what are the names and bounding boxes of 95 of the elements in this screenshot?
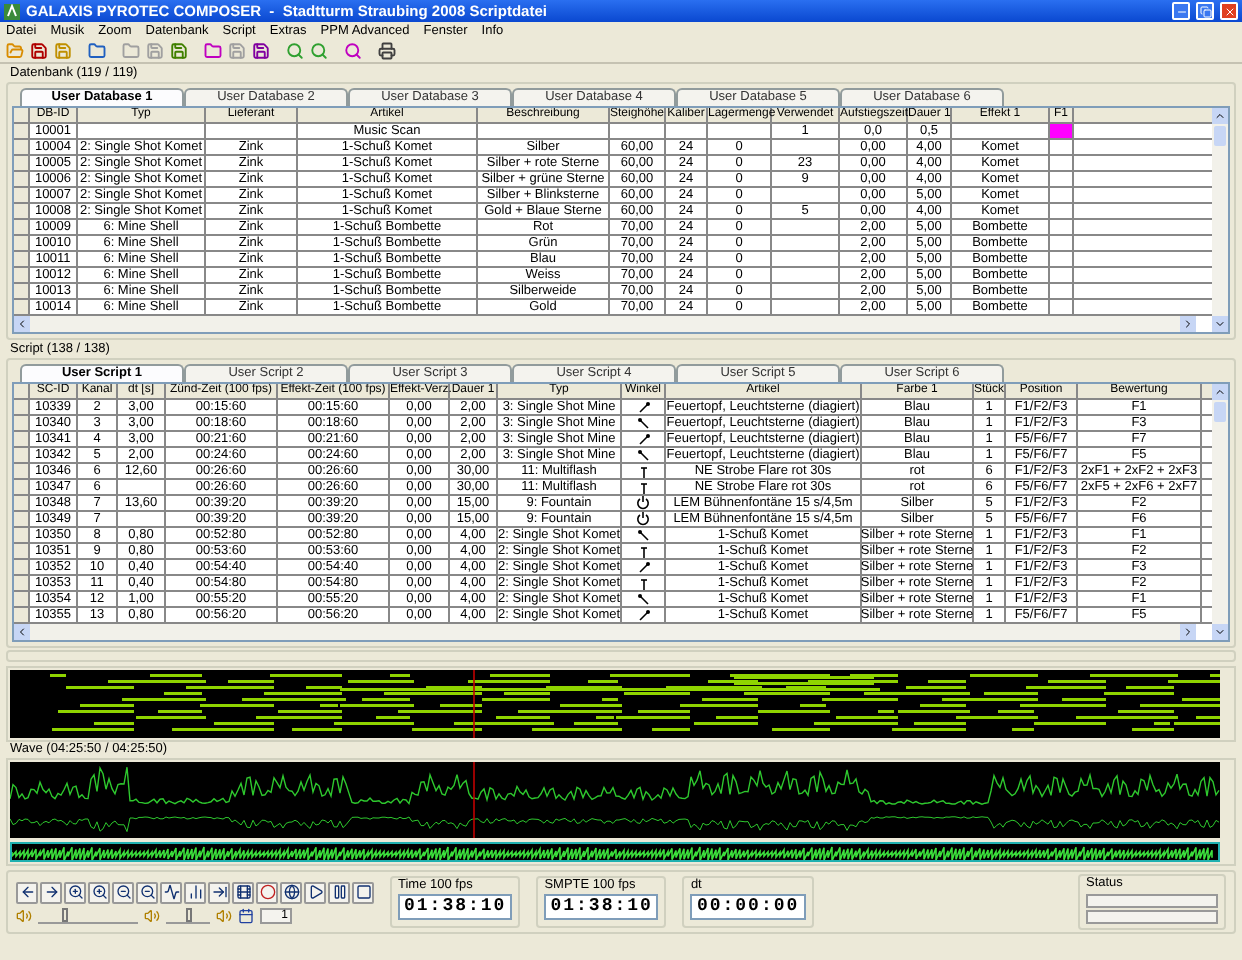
play-icon bbox=[307, 884, 323, 900]
angle-right-icon bbox=[637, 401, 649, 413]
arrow-right-icon bbox=[43, 884, 59, 900]
scroll-down-icon[interactable] bbox=[1214, 626, 1226, 638]
jump-to-end-icon bbox=[211, 884, 227, 900]
transport-button[interactable] bbox=[232, 881, 254, 903]
angle-right-icon bbox=[637, 561, 649, 573]
minimize-button[interactable] bbox=[1172, 2, 1190, 20]
angle-left-icon bbox=[637, 529, 649, 541]
transport-button[interactable] bbox=[280, 881, 302, 903]
transport-button[interactable] bbox=[184, 881, 206, 903]
toolbar-icon bbox=[309, 42, 327, 60]
scroll-right-icon[interactable] bbox=[1182, 318, 1194, 330]
toolbar-icon bbox=[53, 42, 71, 60]
transport-button[interactable] bbox=[64, 881, 86, 903]
transport-button[interactable] bbox=[112, 881, 134, 903]
pause-icon bbox=[331, 884, 347, 900]
scroll-up-icon[interactable] bbox=[1214, 386, 1226, 398]
zoom-in-icon bbox=[67, 884, 83, 900]
toolbar-icon bbox=[169, 42, 187, 60]
calendar-icon[interactable] bbox=[238, 907, 254, 923]
transport-button[interactable] bbox=[352, 881, 374, 903]
vertical-scrollbar[interactable] bbox=[1212, 384, 1228, 640]
scroll-left-icon[interactable] bbox=[16, 318, 28, 330]
stop-icon bbox=[355, 884, 371, 900]
speaker-icon bbox=[144, 907, 160, 923]
bars-icon bbox=[187, 884, 203, 900]
angle-right-icon bbox=[637, 433, 649, 445]
film-icon bbox=[235, 884, 251, 900]
vertical-scrollbar[interactable] bbox=[1212, 108, 1228, 332]
angle-up-icon bbox=[637, 465, 649, 477]
zoom-out-icon bbox=[139, 884, 155, 900]
time-display: 01:38:10 bbox=[398, 894, 513, 920]
close-button[interactable] bbox=[1220, 2, 1238, 20]
angle-left-icon bbox=[637, 593, 649, 605]
toolbar-button[interactable] bbox=[28, 41, 48, 61]
toolbar-icon bbox=[121, 42, 139, 60]
toolbar-button[interactable] bbox=[168, 41, 188, 61]
slider-track[interactable] bbox=[166, 907, 210, 923]
speaker-icon bbox=[16, 907, 32, 923]
restore-icon bbox=[1199, 5, 1211, 17]
globe-icon bbox=[283, 884, 299, 900]
angle-right-icon bbox=[637, 609, 649, 621]
toolbar-icon bbox=[145, 42, 163, 60]
toolbar-icon bbox=[227, 42, 245, 60]
transport-button[interactable] bbox=[88, 881, 110, 903]
slider-thumb[interactable] bbox=[61, 907, 68, 921]
smpte-display: 01:38:10 bbox=[544, 894, 659, 920]
horizontal-scrollbar[interactable] bbox=[14, 624, 1196, 640]
transport-button[interactable] bbox=[256, 881, 278, 903]
transport-button[interactable] bbox=[40, 881, 62, 903]
toolbar-icon bbox=[5, 42, 23, 60]
speaker-icon bbox=[216, 907, 232, 923]
toolbar-icon bbox=[285, 42, 303, 60]
angle-up-icon bbox=[637, 481, 649, 493]
scroll-down-icon[interactable] bbox=[1214, 318, 1226, 330]
minimize-icon bbox=[1175, 5, 1187, 17]
toolbar-button[interactable] bbox=[342, 41, 362, 61]
restore-button[interactable] bbox=[1196, 2, 1214, 20]
app-icon bbox=[4, 3, 20, 19]
transport-button[interactable] bbox=[16, 881, 38, 903]
scroll-thumb[interactable] bbox=[1214, 126, 1226, 146]
toolbar-button[interactable] bbox=[376, 41, 396, 61]
toolbar-button[interactable] bbox=[86, 41, 106, 61]
arrow-left-icon bbox=[19, 884, 35, 900]
angle-up-icon bbox=[637, 577, 649, 589]
close-icon bbox=[1223, 5, 1235, 17]
angle-left-icon bbox=[637, 417, 649, 429]
horizontal-scrollbar[interactable] bbox=[14, 316, 1196, 332]
zoom-out-icon bbox=[115, 884, 131, 900]
wave-icon bbox=[163, 884, 179, 900]
scroll-up-icon[interactable] bbox=[1214, 110, 1226, 122]
slider-track[interactable] bbox=[38, 907, 138, 923]
toolbar-icon bbox=[29, 42, 47, 60]
zoom-in-icon bbox=[91, 884, 107, 900]
toolbar-icon bbox=[343, 42, 361, 60]
transport-button[interactable] bbox=[328, 881, 350, 903]
toolbar-button[interactable] bbox=[202, 41, 222, 61]
dt-display: 00:00:00 bbox=[690, 894, 806, 920]
transport-button[interactable] bbox=[136, 881, 158, 903]
toolbar-icon bbox=[377, 42, 395, 60]
scroll-thumb[interactable] bbox=[1214, 402, 1226, 422]
toolbar-icon bbox=[251, 42, 269, 60]
transport-button[interactable] bbox=[304, 881, 326, 903]
toolbar-icon bbox=[203, 42, 221, 60]
scroll-right-icon[interactable] bbox=[1182, 626, 1194, 638]
slider-thumb[interactable] bbox=[185, 907, 191, 921]
scroll-left-icon[interactable] bbox=[16, 626, 28, 638]
angle-up-icon bbox=[637, 545, 649, 557]
angle-left-icon bbox=[637, 449, 649, 461]
transport-button[interactable] bbox=[208, 881, 230, 903]
toolbar-button[interactable] bbox=[250, 41, 270, 61]
record-icon bbox=[259, 884, 275, 900]
transport-button[interactable] bbox=[160, 881, 182, 903]
toolbar-icon bbox=[87, 42, 105, 60]
